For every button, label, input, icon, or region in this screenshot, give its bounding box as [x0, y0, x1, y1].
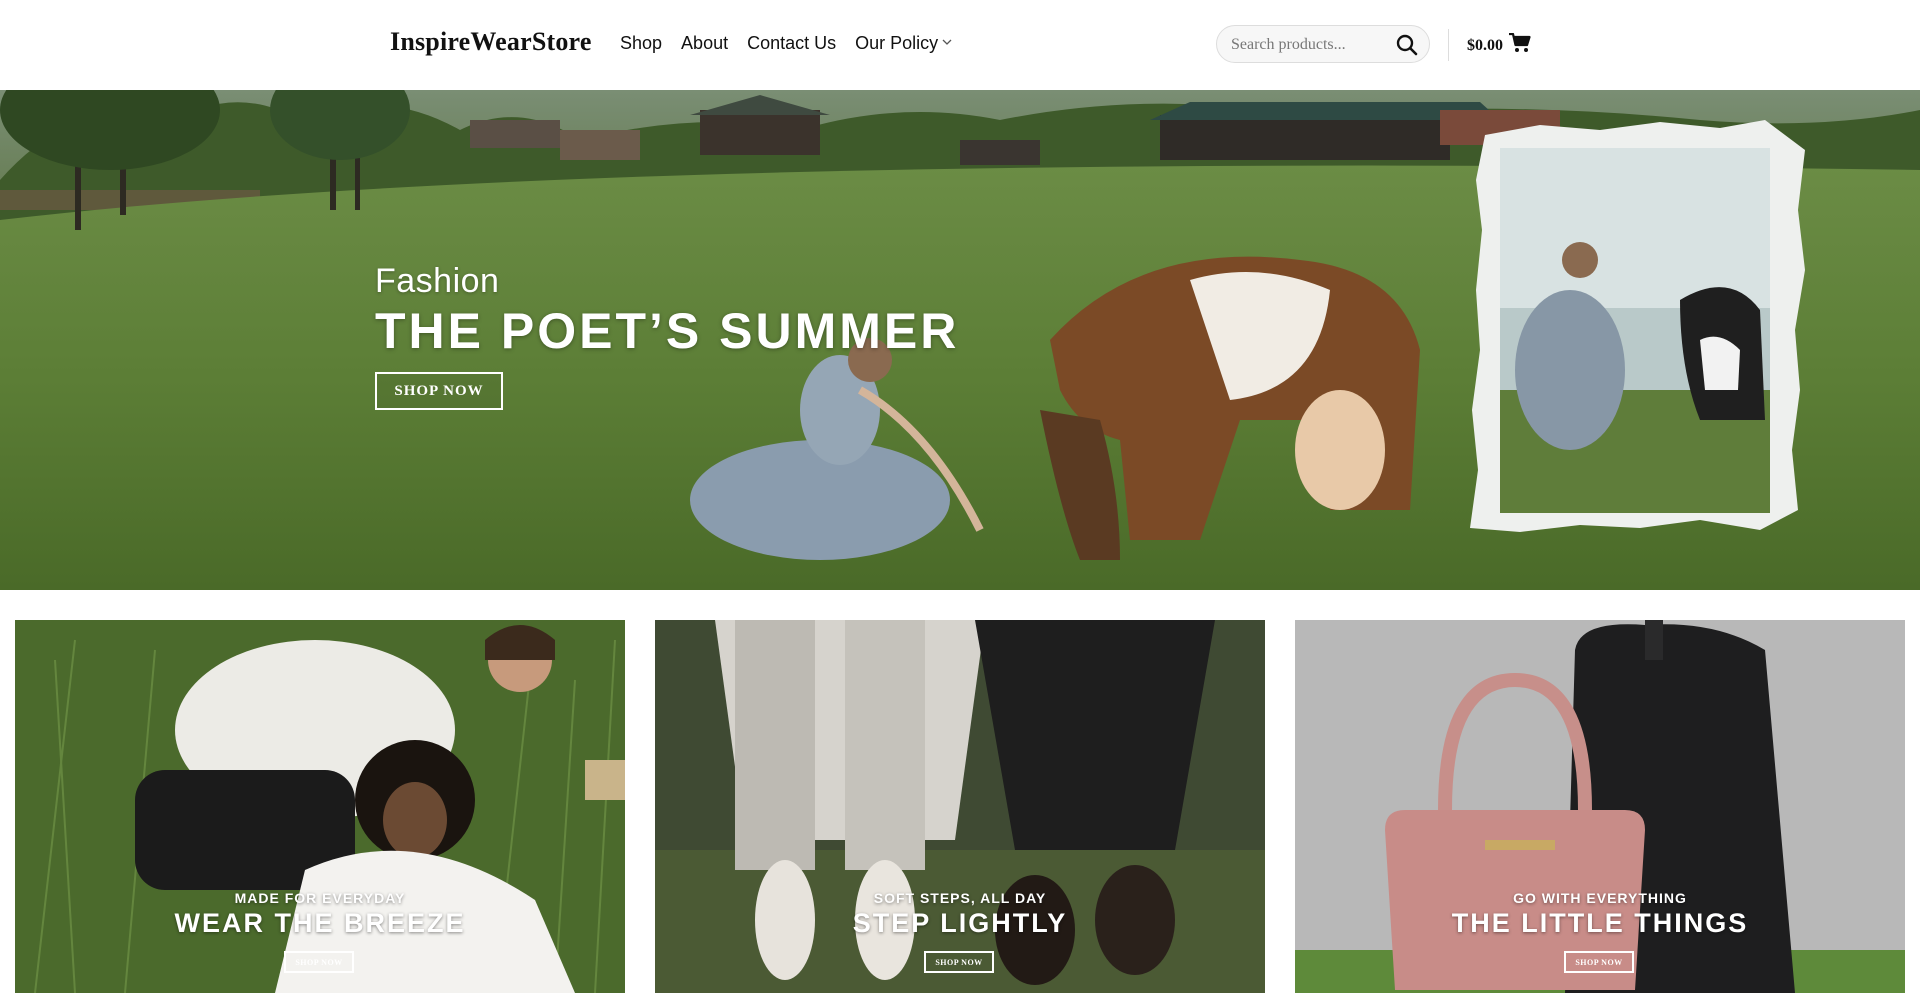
- promo-title: THE LITTLE THINGS: [1451, 908, 1749, 938]
- site-header: InspireWearStore Shop About Contact Us O…: [0, 0, 1920, 90]
- nav-item-label: Contact Us: [747, 33, 837, 53]
- main-nav: Shop About Contact Us Our Policy: [620, 33, 952, 54]
- nav-item-our-policy[interactable]: Our Policy: [855, 33, 952, 54]
- promo-shop-now-button[interactable]: SHOP NOW: [924, 951, 994, 973]
- nav-item-label: About: [681, 33, 729, 53]
- promo-card-wear-the-breeze[interactable]: MADE FOR EVERYDAY WEAR THE BREEZE SHOP N…: [15, 620, 625, 993]
- chevron-down-icon: [942, 37, 952, 49]
- nav-item-label: Our Policy: [855, 33, 939, 53]
- hero-eyebrow: Fashion: [375, 262, 500, 300]
- cart-button[interactable]: $0.00: [1467, 32, 1531, 58]
- hero-banner: Fashion THE POET’S SUMMER SHOP NOW: [0, 90, 1920, 590]
- promo-eyebrow: SOFT STEPS, ALL DAY: [873, 890, 1047, 906]
- hero-shop-now-button[interactable]: SHOP NOW: [375, 372, 503, 410]
- site-logo[interactable]: InspireWearStore: [390, 27, 592, 57]
- nav-item-about[interactable]: About: [681, 33, 728, 54]
- promo-title: WEAR THE BREEZE: [174, 908, 466, 938]
- cart-icon: [1509, 32, 1531, 58]
- promo-card-the-little-things[interactable]: GO WITH EVERYTHING THE LITTLE THINGS SHO…: [1295, 620, 1905, 993]
- nav-item-label: Shop: [620, 33, 663, 53]
- cart-total: $0.00: [1467, 36, 1503, 54]
- search-icon[interactable]: [1395, 33, 1419, 57]
- promo-card-step-lightly[interactable]: SOFT STEPS, ALL DAY STEP LIGHTLY SHOP NO…: [655, 620, 1265, 993]
- nav-item-shop[interactable]: Shop: [620, 33, 662, 54]
- promo-shop-now-button[interactable]: SHOP NOW: [284, 951, 354, 973]
- search-box: [1216, 25, 1430, 63]
- hero-title: THE POET’S SUMMER: [375, 303, 960, 359]
- promo-shop-now-button[interactable]: SHOP NOW: [1564, 951, 1634, 973]
- promo-eyebrow: GO WITH EVERYTHING: [1513, 890, 1687, 906]
- hero-background-image: [0, 90, 1920, 590]
- promo-eyebrow: MADE FOR EVERYDAY: [234, 890, 406, 906]
- promo-title: STEP LIGHTLY: [852, 908, 1068, 938]
- nav-item-contact-us[interactable]: Contact Us: [747, 33, 836, 54]
- search-input[interactable]: [1229, 34, 1393, 56]
- header-divider: [1448, 29, 1449, 61]
